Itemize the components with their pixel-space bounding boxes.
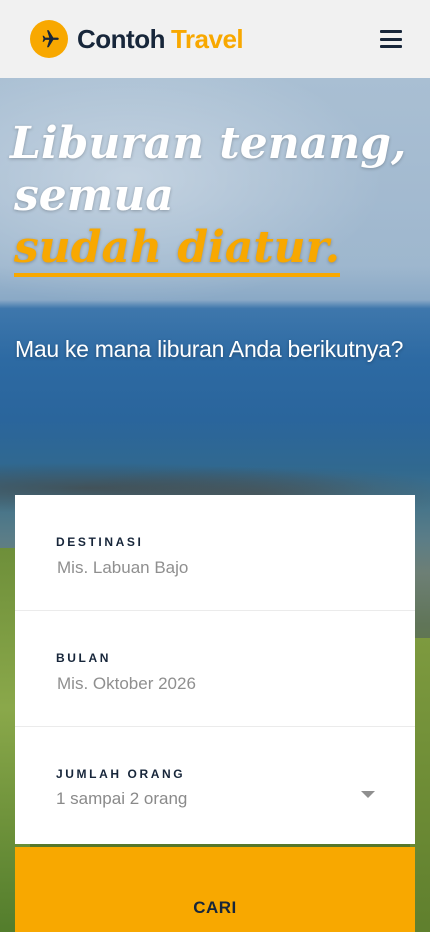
airplane-icon[interactable] [30, 20, 68, 58]
hero-subheading: Mau ke mana liburan Anda berikutnya? [15, 336, 404, 362]
brand-name-primary: Contoh [77, 23, 165, 54]
headline-accent: sudah diatur. [14, 225, 341, 277]
brand-logo[interactable]: Contoh Travel [77, 23, 244, 55]
search-button-label: CARI [193, 898, 237, 917]
search-button[interactable]: CARI [15, 847, 415, 932]
destination-label: DESTINASI [56, 535, 144, 549]
destination-input[interactable] [57, 558, 357, 578]
destination-field[interactable]: DESTINASI [15, 495, 415, 611]
chevron-down-icon[interactable] [361, 791, 375, 798]
brand-name-secondary: Travel [170, 23, 244, 54]
hamburger-menu-icon[interactable] [380, 29, 402, 49]
people-select[interactable]: JUMLAH ORANG 1 sampai 2 orang [15, 727, 415, 844]
site-header: Contoh Travel [0, 0, 430, 78]
search-form: DESTINASI BULAN JUMLAH ORANG 1 sampai 2 … [15, 495, 415, 844]
hero-headline: Liburan tenang, semua sudah diatur. [10, 118, 420, 277]
headline-line-1: Liburan tenang, [10, 118, 407, 169]
month-label: BULAN [56, 651, 111, 665]
month-field[interactable]: BULAN [15, 611, 415, 727]
month-input[interactable] [57, 674, 357, 694]
people-label: JUMLAH ORANG [56, 767, 186, 781]
headline-line-2: semua [14, 170, 174, 221]
